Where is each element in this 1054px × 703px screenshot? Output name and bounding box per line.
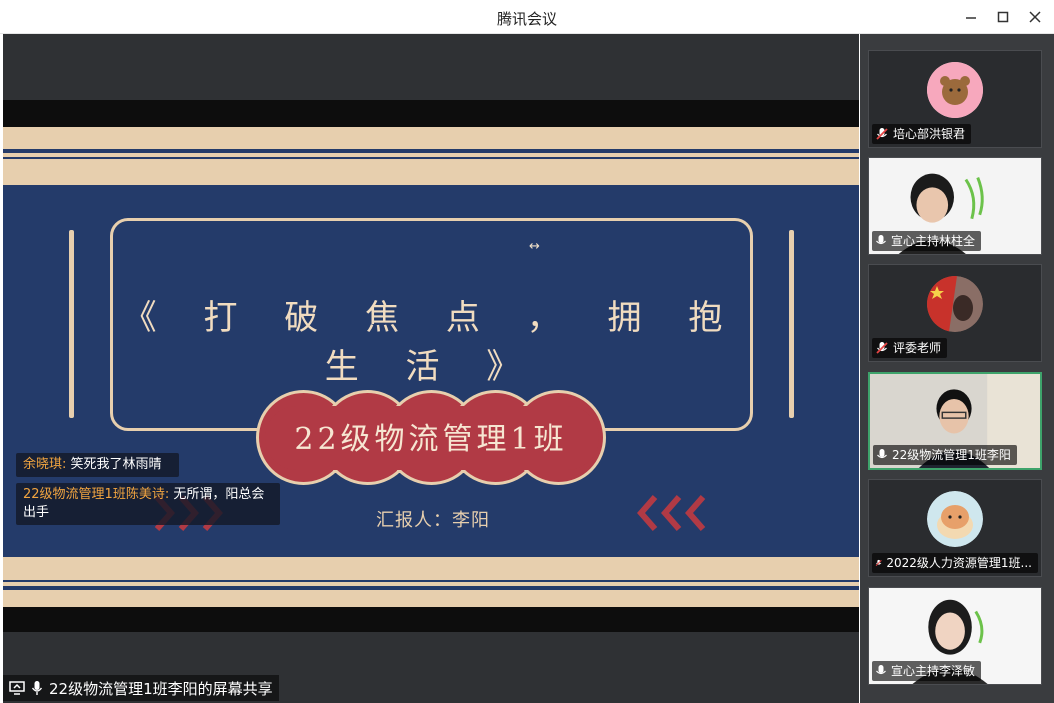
- screen-share-icon: [9, 681, 25, 695]
- participant-name: 评委老师: [893, 341, 942, 355]
- close-button[interactable]: [1022, 6, 1048, 28]
- minimize-icon: [966, 17, 976, 19]
- presentation-slide: ↔ 《 打 破 焦 点 ， 拥 抱 生 活 》 22级物流管理1班 汇报人：李阳: [3, 100, 859, 632]
- window-title: 腾讯会议: [496, 10, 557, 28]
- slide-stripe: [3, 157, 859, 159]
- maximize-icon: [997, 11, 1009, 23]
- mic-muted-icon: [875, 559, 882, 566]
- chat-sender: 余晓琪:: [23, 457, 67, 472]
- slide-right-bar: [789, 230, 794, 418]
- participant-avatar: [927, 491, 983, 547]
- participant-tile[interactable]: 培心部洪银君: [868, 50, 1042, 148]
- participant-name: 宣心主持李泽敏: [891, 664, 976, 678]
- participant-label: 评委老师: [872, 338, 948, 358]
- maximize-button[interactable]: [990, 6, 1016, 28]
- chat-message: 22级物流管理1班陈美诗: 无所谓，阳总会出手: [16, 483, 280, 525]
- mic-muted-icon: [876, 342, 888, 354]
- reporter-label: 汇报人：李阳: [376, 510, 490, 531]
- slide-stripe: [3, 580, 859, 582]
- microphone-icon: [877, 449, 887, 459]
- resize-cursor-icon: ↔: [529, 239, 540, 254]
- participant-label: 培心部洪银君: [872, 124, 972, 144]
- chat-message: 余晓琪: 笑死我了林雨晴: [16, 453, 179, 477]
- participant-tile[interactable]: 宣心主持林柱全: [868, 157, 1042, 255]
- participant-name: 2022级人力资源管理1班...: [886, 556, 1032, 570]
- share-banner-text: 22级物流管理1班李阳的屏幕共享: [49, 679, 273, 698]
- participant-label: 宣心主持林柱全: [872, 231, 982, 251]
- participant-avatar: [927, 276, 983, 332]
- participant-name: 22级物流管理1班李阳: [892, 448, 1011, 462]
- participant-panel: 培心部洪银君 宣心主持林柱全 评委老师 22级物流管理1班李阳 2022级人力资…: [860, 34, 1054, 703]
- shared-screen-area[interactable]: ↔ 《 打 破 焦 点 ， 拥 抱 生 活 》 22级物流管理1班 汇报人：李阳: [3, 34, 859, 703]
- participant-label: 22级物流管理1班李阳: [873, 445, 1017, 465]
- participant-tile[interactable]: 2022级人力资源管理1班...: [868, 479, 1042, 577]
- microphone-icon: [876, 665, 886, 675]
- bear-avatar-icon: [927, 62, 983, 118]
- chevron-left-decor-icon: [637, 495, 706, 531]
- microphone-icon: [31, 681, 43, 695]
- close-icon: [1029, 11, 1041, 23]
- slide-title: 《 打 破 焦 点 ， 拥 抱 生 活 》: [122, 298, 741, 387]
- participant-name: 宣心主持林柱全: [891, 234, 976, 248]
- participant-label: 宣心主持李泽敏: [872, 661, 982, 681]
- microphone-icon: [876, 235, 886, 245]
- participant-tile[interactable]: 宣心主持李泽敏: [868, 587, 1042, 685]
- slide-stripe: [3, 149, 859, 153]
- screen-share-banner[interactable]: 22级物流管理1班李阳的屏幕共享: [3, 675, 279, 701]
- chat-sender: 22级物流管理1班陈美诗:: [23, 487, 170, 502]
- title-bar: 腾讯会议: [0, 0, 1054, 34]
- participant-label: 2022级人力资源管理1班...: [872, 553, 1038, 573]
- participant-avatar: [927, 62, 983, 118]
- cartoon-avatar-icon: [927, 491, 983, 547]
- participant-tile[interactable]: 评委老师: [868, 264, 1042, 362]
- slide-stripe: [3, 586, 859, 590]
- slide-left-bar: [69, 230, 74, 418]
- flag-avatar-icon: [927, 276, 983, 332]
- minimize-button[interactable]: [958, 6, 984, 28]
- mic-muted-icon: [876, 128, 888, 140]
- participant-name: 培心部洪银君: [893, 127, 966, 141]
- chat-text: 笑死我了林雨晴: [66, 457, 162, 472]
- participant-tile-active[interactable]: 22级物流管理1班李阳: [868, 372, 1042, 470]
- class-name-text: 22级物流管理1班: [294, 422, 568, 457]
